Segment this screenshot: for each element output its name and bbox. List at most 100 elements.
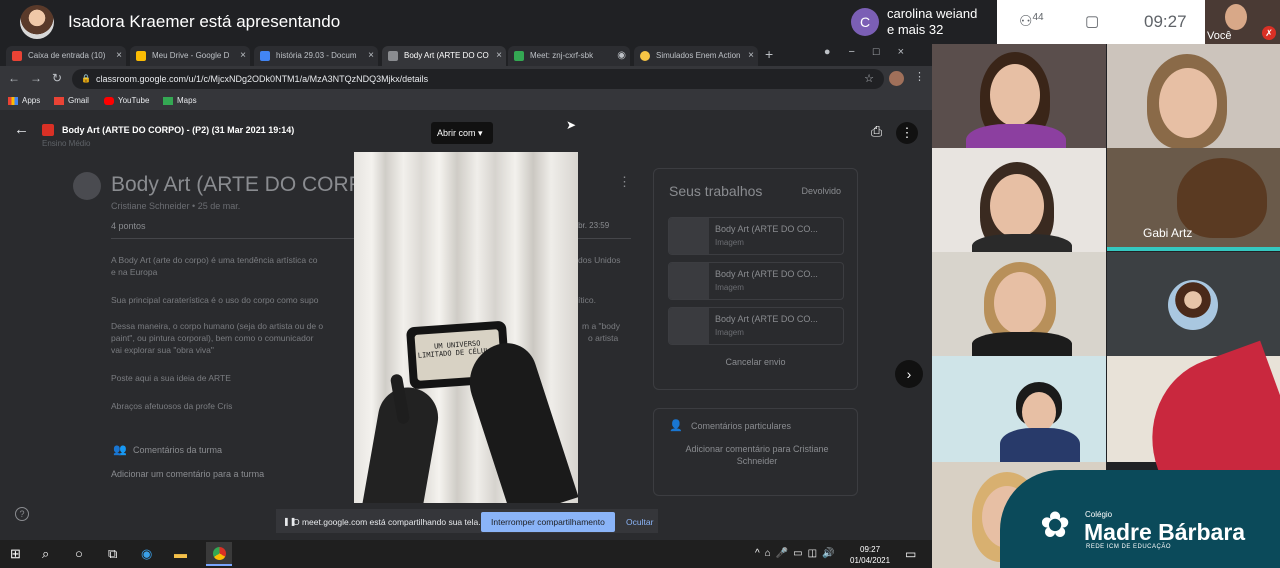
task-view-icon[interactable]: ⧉	[108, 546, 117, 562]
print-icon[interactable]: ⎙	[871, 123, 882, 140]
people-icon[interactable]: ⚇44	[1019, 12, 1044, 30]
school-logo-small: Colégio	[1085, 510, 1113, 519]
new-tab-button[interactable]: +	[765, 46, 773, 62]
tab-drive[interactable]: Meu Drive - Google D ×	[130, 46, 250, 66]
school-logo-sub: REDE ICM DE EDUCAÇÃO	[1086, 544, 1172, 550]
stop-sharing-button[interactable]: Interromper compartilhamento	[481, 512, 615, 532]
tab-docs[interactable]: história 29.03 - Docum ×	[254, 46, 378, 66]
system-tray-icons[interactable]: ^⌂🎤▭◫🔊	[755, 548, 840, 559]
bookmark-label: Gmail	[68, 96, 89, 105]
back-arrow-icon[interactable]: ←	[14, 121, 29, 138]
tab-meet[interactable]: Meet: znj-cxrf-sbk ◉	[508, 46, 630, 66]
assignment-menu-icon[interactable]: ⋮	[618, 174, 631, 190]
participant-video-tile[interactable]	[1107, 252, 1280, 356]
participants-preview[interactable]: C carolina weiand e mais 32	[845, 2, 997, 42]
mic-muted-icon: ✗	[1262, 26, 1276, 40]
profile-avatar[interactable]	[889, 71, 904, 86]
screen-share-banner: ❚❚ O meet.google.com está compartilhando…	[275, 508, 659, 534]
browser-menu-icon[interactable]: ⋮	[914, 70, 925, 83]
tab-label: Body Art (ARTE DO CO	[404, 51, 489, 60]
open-with-button[interactable]: Abrir com ▾	[431, 122, 493, 144]
speaking-indicator	[1107, 247, 1280, 251]
bookmark-youtube[interactable]: YouTube	[104, 96, 149, 105]
assignment-paragraph-fragment: dos Unidos	[578, 255, 621, 265]
participant-initial-avatar: C	[851, 8, 879, 36]
private-comments-label: Comentários particulares	[691, 421, 792, 431]
tile-face	[990, 64, 1040, 126]
participant-video-tile[interactable]	[932, 44, 1106, 148]
status-badge: Devolvido	[801, 186, 841, 196]
attachment-name: Body Art (ARTE DO CO...	[715, 269, 818, 279]
tab-label: Simulados Enem Action	[656, 51, 741, 60]
your-work-card: Seus trabalhos Devolvido Body Art (ARTE …	[653, 168, 858, 390]
participant-video-tile[interactable]	[932, 356, 1106, 462]
star-icon[interactable]: ☆	[864, 72, 874, 85]
more-options-icon[interactable]: ⋮	[896, 122, 918, 144]
assignment-paragraph: Dessa maneira, o corpo humano (seja do a…	[111, 321, 324, 331]
cancel-submission-button[interactable]: Cancelar envio	[654, 357, 857, 367]
chat-icon[interactable]: ▢	[1085, 12, 1099, 30]
attachment-item[interactable]: Body Art (ARTE DO CO... Imagem	[668, 217, 844, 255]
tab-label: história 29.03 - Docum	[276, 51, 357, 60]
tab-classroom-file[interactable]: Body Art (ARTE DO CO ×	[382, 46, 506, 66]
youtube-icon	[104, 96, 114, 105]
bookmark-gmail[interactable]: Gmail	[54, 96, 89, 105]
meeting-clock: 09:27	[1144, 12, 1187, 31]
cortana-icon[interactable]: ○	[75, 546, 83, 561]
participant-video-tile[interactable]	[932, 252, 1106, 356]
url-text: classroom.google.com/u/1/c/MjcxNDg2ODk0N…	[96, 74, 429, 84]
submitted-photo: UM UNIVERSO LIMITADO DE CÉLULAS	[354, 152, 578, 503]
participant-video-tile[interactable]: Gabi Artz	[1107, 148, 1280, 248]
tile-face	[1159, 68, 1217, 138]
close-icon[interactable]: ×	[748, 50, 754, 61]
search-icon[interactable]: ⌕	[42, 546, 49, 562]
lock-icon: 🔒	[81, 74, 91, 83]
bookmark-label: Apps	[22, 96, 41, 105]
assignment-paragraph-fragment: vai explorar sua "obra viva"	[111, 345, 214, 355]
chrome-taskbar-icon[interactable]	[206, 542, 232, 566]
add-private-comment-link[interactable]: Adicionar comentário para Cristiane Schn…	[668, 443, 846, 467]
attachment-item[interactable]: Body Art (ARTE DO CO... Imagem	[668, 307, 844, 345]
close-icon[interactable]: ×	[116, 50, 122, 61]
system-clock[interactable]: 09:27 01/04/2021	[850, 544, 890, 566]
private-comments-card: 👤 Comentários particulares Adicionar com…	[653, 408, 858, 496]
image-file-icon	[388, 51, 398, 61]
tile-face	[1022, 392, 1056, 432]
window-controls[interactable]: ●−□×	[824, 46, 922, 58]
add-class-comment-link[interactable]: Adicionar um comentário para a turma	[111, 469, 264, 479]
participant-video-tile[interactable]	[932, 148, 1106, 252]
share-banner-text: O meet.google.com está compartilhando su…	[293, 517, 481, 527]
help-icon[interactable]: ?	[15, 507, 29, 521]
close-icon[interactable]: ×	[368, 50, 374, 61]
nav-buttons[interactable]: ←→↻	[8, 71, 72, 85]
file-viewer-bar: ← Body Art (ARTE DO CORPO) - (P2) (31 Ma…	[0, 110, 932, 150]
next-arrow-button[interactable]: ›	[895, 360, 923, 388]
school-logo-main: Madre Bárbara	[1084, 519, 1246, 545]
self-video-tile[interactable]: Você ✗	[1205, 0, 1280, 44]
edge-icon[interactable]: ◉	[141, 546, 152, 562]
recording-dot-icon: ◉	[617, 50, 626, 61]
assignment-paragraph: Abraços afetuosos da profe Cris	[111, 401, 233, 411]
attachment-item[interactable]: Body Art (ARTE DO CO... Imagem	[668, 262, 844, 300]
notification-icon[interactable]: ▭	[905, 547, 916, 561]
tab-simulados[interactable]: Simulados Enem Action ×	[634, 46, 758, 66]
url-field[interactable]: 🔒 classroom.google.com/u/1/c/MjcxNDg2ODk…	[72, 69, 884, 89]
windows-start-icon[interactable]: ⊞	[10, 546, 21, 562]
close-icon[interactable]: ×	[496, 50, 502, 61]
bookmark-apps[interactable]: Apps	[8, 96, 40, 105]
tab-label: Caixa de entrada (10)	[28, 51, 106, 60]
file-explorer-icon[interactable]: ▬	[174, 546, 187, 561]
docs-icon	[260, 51, 270, 61]
attachment-thumbnail	[669, 308, 709, 344]
assignment-paragraph: Poste aqui a sua ideia de ARTE	[111, 373, 231, 383]
participant-video-tile[interactable]	[1107, 44, 1280, 148]
hide-banner-link[interactable]: Ocultar	[626, 517, 653, 527]
tab-gmail[interactable]: Caixa de entrada (10) ×	[6, 46, 126, 66]
school-emblem-icon: ✿	[1040, 504, 1071, 545]
bookmark-maps[interactable]: Maps	[163, 96, 197, 105]
close-icon[interactable]: ×	[240, 50, 246, 61]
people-icon: 👥	[113, 444, 127, 456]
file-title: Body Art (ARTE DO CORPO) - (P2) (31 Mar …	[62, 125, 295, 135]
assignment-points: 4 pontos	[111, 221, 146, 231]
tile-face	[994, 272, 1046, 334]
